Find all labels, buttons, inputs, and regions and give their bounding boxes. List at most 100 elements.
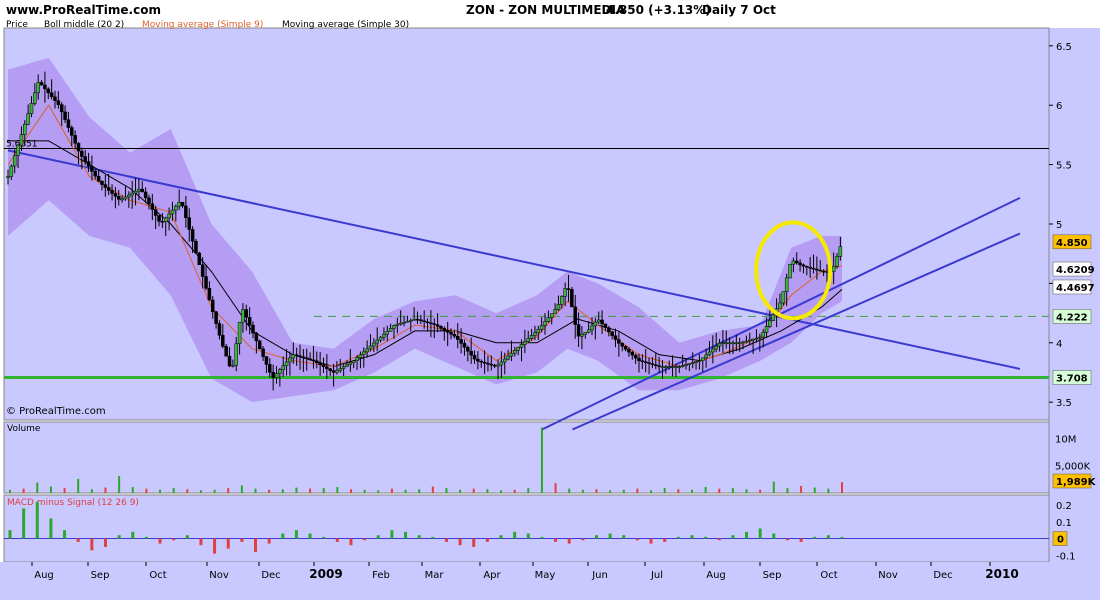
candle-body <box>29 103 34 115</box>
volume-bar <box>159 489 162 493</box>
macd-bar <box>772 533 776 539</box>
candle-body <box>194 240 198 254</box>
candle-body <box>167 213 171 219</box>
x-tick-label: Oct <box>149 570 166 581</box>
macd-bar <box>799 538 803 542</box>
candle-body <box>831 265 836 272</box>
candle-body <box>382 333 386 338</box>
macd-bar <box>390 530 394 539</box>
candle-body <box>80 150 84 157</box>
candle-body <box>294 354 299 357</box>
candle-body <box>825 271 829 273</box>
volume-bar <box>486 489 489 493</box>
volume-bar <box>390 488 393 493</box>
candle-body <box>727 342 732 345</box>
volume-bar <box>363 489 366 493</box>
macd-bar <box>785 538 789 541</box>
candle-body <box>721 342 725 345</box>
candle-body <box>539 325 544 330</box>
candle-body <box>241 309 245 323</box>
volume-bar <box>227 488 230 493</box>
candle-body <box>543 321 547 326</box>
candle-body <box>546 317 551 322</box>
price-legend-item: Boll middle (20 2) <box>44 20 124 30</box>
candle-body <box>59 104 64 113</box>
candle-body <box>318 362 322 365</box>
x-tick-label: Dec <box>261 570 280 581</box>
price-tag-label: 4.6209 <box>1056 265 1095 276</box>
candle-body <box>818 269 822 272</box>
macd-bar <box>608 533 612 539</box>
volume-bar <box>90 489 93 493</box>
price-tag-label: 3.708 <box>1056 373 1088 384</box>
macd-bar <box>704 536 708 539</box>
candle-body <box>351 360 356 363</box>
candle-body <box>617 339 621 344</box>
x-tick-label: Mar <box>425 570 445 581</box>
macd-bar <box>635 538 639 541</box>
candle-body <box>754 337 759 340</box>
candle-body <box>281 365 285 371</box>
volume-bar <box>759 489 762 493</box>
macd-bar <box>499 535 503 539</box>
macd-bar <box>581 538 585 541</box>
site-name: www.ProRealTime.com <box>6 3 161 17</box>
candle-body <box>771 314 775 321</box>
candle-body <box>157 215 161 222</box>
candle-body <box>536 328 541 333</box>
candle-body <box>549 313 554 318</box>
volume-bar <box>663 488 666 493</box>
candle-body <box>694 361 698 363</box>
candle-body <box>516 347 520 351</box>
candle-body <box>133 190 138 194</box>
candle-body <box>39 82 44 86</box>
candle-body <box>553 309 557 314</box>
price-y-tick-label: 4 <box>1056 339 1062 350</box>
macd-bar <box>458 538 462 546</box>
macd-bar <box>376 535 380 539</box>
candle-body <box>298 355 302 358</box>
volume-bar <box>431 486 434 493</box>
candle-body <box>506 355 510 360</box>
candle-body <box>207 288 212 301</box>
x-axis-strip <box>0 562 1100 600</box>
macd-bar <box>472 538 476 547</box>
candle-body <box>455 335 460 340</box>
candle-body <box>103 184 108 188</box>
volume-bar <box>145 488 148 493</box>
candle-body <box>486 362 490 365</box>
candle-body <box>231 365 235 367</box>
candle-body <box>405 320 410 323</box>
candle-body <box>717 342 722 347</box>
candle-body <box>402 321 406 324</box>
candle-body <box>758 336 762 339</box>
candle-body <box>778 302 782 310</box>
candle-body <box>670 366 675 368</box>
candle-body <box>523 341 527 345</box>
price-tag-label: 4.850 <box>1056 238 1088 249</box>
volume-bar <box>131 486 134 493</box>
x-tick-label: 2010 <box>985 567 1018 581</box>
volume-bar <box>636 488 639 493</box>
candle-body <box>576 324 581 337</box>
candle-body <box>784 277 789 292</box>
macd-bar <box>22 508 26 539</box>
macd-bar <box>485 538 489 542</box>
candle-body <box>425 321 430 324</box>
volume-bar <box>622 489 625 493</box>
macd-bar <box>76 538 80 542</box>
candle-body <box>630 351 635 356</box>
macd-bar <box>826 535 830 539</box>
candle-body <box>153 209 158 216</box>
candle-body <box>657 365 661 367</box>
x-tick-label: Nov <box>878 570 898 581</box>
candle-body <box>603 323 608 329</box>
candle-body <box>174 205 178 211</box>
candle-body <box>466 347 470 352</box>
macd-bar <box>199 538 203 546</box>
candle-body <box>184 205 188 218</box>
candle-body <box>190 229 195 242</box>
macd-bar <box>717 538 721 541</box>
candle-body <box>821 270 826 273</box>
candle-body <box>23 123 27 135</box>
